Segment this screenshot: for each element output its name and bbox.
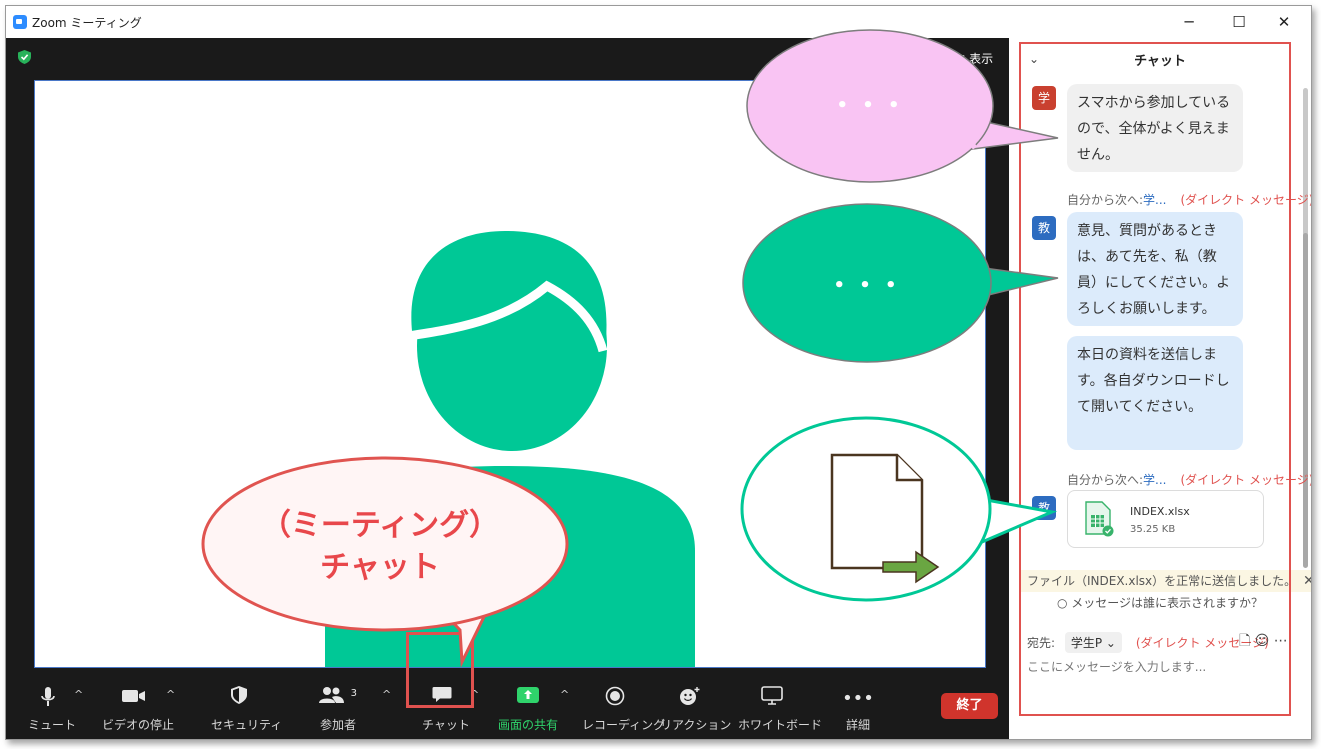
green-callout-dots: • • • — [833, 275, 901, 296]
chat-panel-highlight — [1019, 42, 1291, 716]
chat-label: チャット — [422, 718, 470, 732]
reactions-button[interactable]: リアクション — [660, 686, 732, 733]
meeting-toolbar: ミュート ^ ビデオの停止 ^ セキュリティ 3 参加者 ^ チャット ^ 画面… — [6, 678, 1009, 739]
chat-scrollbar-thumb[interactable] — [1303, 233, 1308, 568]
video-options-chevron-icon[interactable]: ^ — [166, 688, 175, 701]
zoom-logo-icon — [13, 15, 27, 29]
share-screen-icon — [498, 686, 558, 712]
microphone-icon — [28, 686, 68, 712]
participants-label: 参加者 — [319, 718, 356, 732]
emoji-reaction-icon — [660, 686, 720, 712]
pink-callout-dots: • • • — [836, 95, 904, 116]
whiteboard-button[interactable]: ホワイトボード — [738, 686, 823, 733]
participants-button[interactable]: 3 参加者 — [318, 686, 358, 733]
audio-options-chevron-icon[interactable]: ^ — [74, 688, 83, 701]
shield-icon — [211, 686, 267, 712]
window-title: Zoom ミーティング — [32, 16, 142, 30]
security-label: セキュリティ — [211, 718, 283, 732]
more-label: 詳細 — [845, 718, 870, 732]
participants-icon: 3 — [318, 686, 358, 712]
record-button[interactable]: レコーディング — [582, 686, 666, 733]
reactions-label: リアクション — [660, 718, 732, 732]
minimize-button[interactable]: ─ — [1169, 10, 1209, 34]
record-label: レコーディング — [582, 718, 666, 732]
view-button[interactable]: ▦ 表示 — [954, 50, 993, 67]
stop-video-button[interactable]: ビデオの停止 — [102, 686, 175, 733]
end-meeting-button[interactable]: 終了 — [941, 693, 998, 719]
security-button[interactable]: セキュリティ — [211, 686, 283, 733]
chat-panel: ⌄ チャット 学 スマホから参加しているので、全体がよく見えません。 自分から次… — [1009, 38, 1311, 739]
whiteboard-icon — [738, 686, 806, 712]
whiteboard-label: ホワイトボード — [738, 718, 823, 732]
video-canvas — [34, 80, 986, 668]
share-screen-button[interactable]: 画面の共有 — [498, 686, 558, 733]
more-button[interactable]: ••• 詳細 — [838, 686, 878, 733]
maximize-button[interactable]: ☐ — [1219, 10, 1259, 34]
title-bar: Zoom ミーティング ─ ☐ ✕ — [6, 6, 1311, 38]
mute-label: ミュート — [28, 718, 77, 732]
more-dots-icon: ••• — [842, 688, 874, 709]
close-notice-icon[interactable]: ✕ — [1303, 570, 1311, 592]
stop-video-label: ビデオの停止 — [102, 718, 175, 732]
video-area: ▦ 表示 ミュート ^ ビデオの停止 ^ セキュリティ 3 参加者 ^ チャット… — [6, 38, 1009, 739]
mute-button[interactable]: ミュート — [28, 686, 77, 733]
main-callout-line2: チャット — [320, 550, 440, 585]
share-options-chevron-icon[interactable]: ^ — [560, 688, 569, 701]
record-icon — [582, 686, 648, 712]
participants-options-chevron-icon[interactable]: ^ — [382, 688, 391, 701]
share-screen-label: 画面の共有 — [498, 718, 559, 732]
security-shield-icon — [18, 50, 31, 68]
participants-count: 3 — [350, 688, 358, 699]
main-callout-text: （ミーティング） チャット — [260, 505, 500, 589]
camera-icon — [102, 686, 166, 712]
zoom-window: Zoom ミーティング ─ ☐ ✕ ▦ 表示 ミュート ^ ビデオの停止 ^ セ… — [5, 5, 1312, 740]
close-button[interactable]: ✕ — [1264, 10, 1304, 34]
main-callout-line1: （ミーティング） — [260, 508, 500, 543]
participant-silhouette — [325, 231, 695, 667]
chat-button-highlight — [406, 632, 474, 708]
